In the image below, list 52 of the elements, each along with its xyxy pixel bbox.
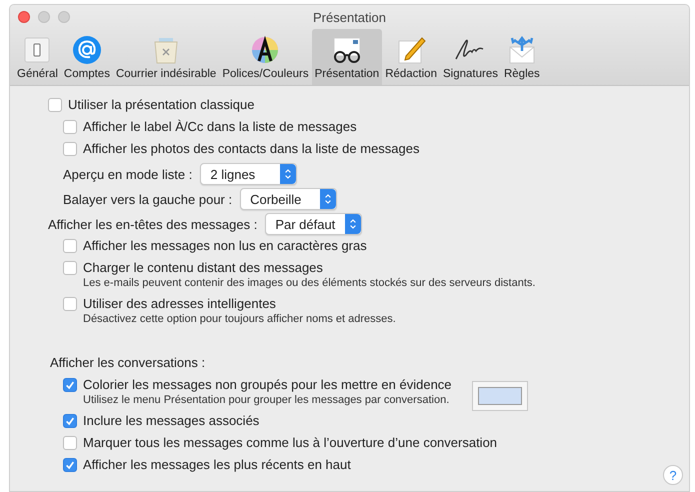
popup-button[interactable]: Corbeille: [240, 188, 338, 210]
checkbox-label[interactable]: Marquer tous les messages comme lus à l’ouverture d’une conversation: [83, 435, 498, 450]
hint-text: Désactivez cette option pour toujours afficher noms et adresses.: [83, 313, 397, 325]
hint-text: Utilisez le menu Présentation pour grouper les messages par conversation.: [83, 394, 450, 406]
checkbox[interactable]: [63, 296, 77, 310]
checkbox[interactable]: [63, 238, 77, 252]
toolbar-tab[interactable]: Règles: [500, 29, 543, 85]
checkbox-label[interactable]: Colorier les messages non groupés pour les mettre en évidence: [83, 377, 452, 392]
checkbox[interactable]: [63, 378, 77, 392]
checkbox[interactable]: [63, 436, 77, 450]
checkbox[interactable]: [48, 98, 62, 112]
checkbox-label[interactable]: Afficher le label À/Cc dans la liste de messages: [83, 119, 357, 134]
popup-button[interactable]: Par défaut: [265, 213, 362, 235]
minimize-button[interactable]: [38, 11, 50, 23]
checkbox-label[interactable]: Utiliser la présentation classique: [68, 97, 254, 112]
popup-label: Balayer vers la gauche pour :: [63, 192, 232, 206]
checkbox[interactable]: [63, 142, 77, 156]
toolbar-tab[interactable]: Courrier indésirable: [112, 29, 220, 85]
toolbar-tab[interactable]: Rédaction: [382, 29, 440, 85]
toolbar-tab[interactable]: Présentation: [312, 29, 382, 85]
toolbar-tab[interactable]: Comptes: [60, 29, 113, 85]
color-well[interactable]: [472, 380, 528, 410]
help-button[interactable]: ?: [663, 465, 683, 485]
popup-button[interactable]: 2 lignes: [200, 163, 298, 185]
hint-text: Les e-mails peuvent contenir des images ou des éléments stockés sur des serveurs distants.: [83, 277, 536, 289]
chevron-icon: [320, 189, 336, 209]
zoom-button[interactable]: [58, 11, 70, 23]
checkbox-label[interactable]: Charger le contenu distant des messages: [83, 260, 323, 275]
window-title: Présentation: [313, 10, 386, 24]
checkbox[interactable]: [63, 458, 77, 472]
envelope-arrows-icon: [506, 35, 537, 65]
checkbox-label[interactable]: Afficher les photos des contacts dans la liste de messages: [83, 141, 420, 156]
toolbar-tab[interactable]: Polices/Couleurs: [219, 29, 312, 85]
toolbar-tab[interactable]: Général: [14, 29, 61, 85]
checkbox-label[interactable]: Inclure les messages associés: [83, 413, 260, 428]
chevron-icon: [345, 214, 362, 234]
checkbox[interactable]: [63, 120, 77, 134]
toolbar-tab[interactable]: Signatures: [440, 29, 501, 85]
checkbox[interactable]: [63, 414, 77, 428]
color-wheel-icon: [250, 35, 280, 65]
close-button[interactable]: [18, 11, 30, 23]
popup-label: Afficher les en-têtes des messages :: [48, 216, 258, 232]
checkbox-label[interactable]: Utiliser des adresses intelligentes: [83, 296, 276, 311]
at-sign-icon: [72, 35, 102, 65]
chevron-icon: [280, 164, 296, 184]
checkbox-label[interactable]: Afficher les messages les plus récents en haut: [83, 457, 351, 472]
pencil-on-paper-icon: [396, 35, 426, 65]
popup-label: Aperçu en mode liste :: [63, 166, 192, 182]
switch-icon: [22, 35, 52, 65]
checkbox-label[interactable]: Afficher les messages non lus en caractères gras: [83, 238, 367, 253]
checkbox[interactable]: [63, 260, 77, 274]
section-heading: Afficher les conversations :: [50, 355, 206, 370]
